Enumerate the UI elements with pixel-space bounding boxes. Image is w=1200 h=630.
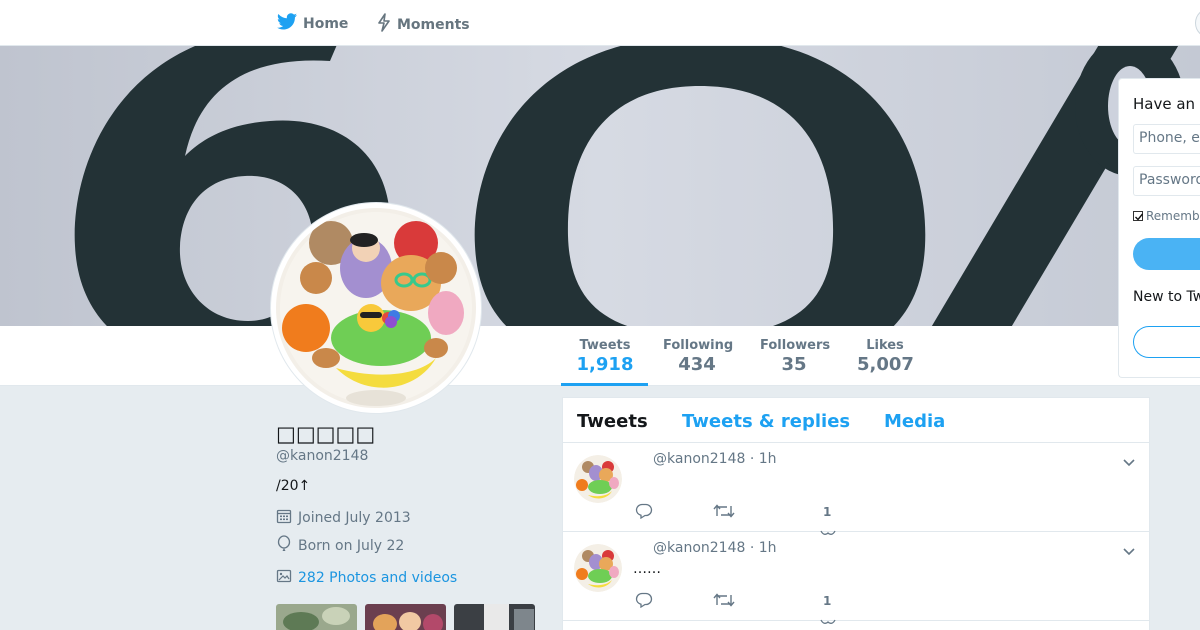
search-field-edge[interactable] (1195, 8, 1200, 38)
stat-tweets-value: 1,918 (576, 354, 634, 375)
signup-button[interactable] (1133, 326, 1200, 358)
profile-handle[interactable]: @kanon2148 (276, 448, 546, 464)
reply-icon[interactable] (635, 592, 653, 612)
tab-media[interactable]: Media (884, 411, 945, 432)
tab-tweets[interactable]: Tweets (577, 411, 648, 432)
tweet-text: …… (633, 561, 661, 577)
remember-me-label: Rememb (1146, 209, 1200, 223)
login-panel: Have an a Phone, e Password Rememb New t… (1118, 78, 1200, 378)
timeline: Tweets Tweets & replies Media @kanon2148… (562, 397, 1150, 630)
remember-me-checkbox[interactable]: Rememb (1133, 209, 1200, 223)
tweet-meta[interactable]: @kanon2148 · 1h (653, 451, 777, 467)
retweet-icon[interactable] (713, 503, 735, 523)
tweet-avatar[interactable] (574, 544, 622, 592)
timeline-tabs: Tweets Tweets & replies Media (563, 398, 1149, 443)
photos-videos-text: 282 Photos and videos (298, 570, 458, 586)
stat-following-value: 434 (678, 354, 716, 375)
login-title: Have an a (1133, 95, 1200, 113)
profile-bio: /20↑ (276, 478, 311, 494)
nav-home-label: Home (303, 15, 349, 32)
balloon-icon (276, 535, 294, 557)
twitter-bird-icon (277, 13, 297, 34)
stat-tweets-label: Tweets (579, 338, 631, 353)
stat-tweets[interactable]: Tweets 1,918 (576, 338, 634, 375)
calendar-icon (276, 508, 294, 528)
profile-born-text: Born on July 22 (298, 538, 405, 554)
like-count: 1 (823, 594, 832, 608)
cake-avatar-image (276, 208, 476, 408)
stat-followers-label: Followers (760, 338, 831, 353)
media-thumb[interactable] (365, 604, 446, 630)
checkbox-icon[interactable] (1133, 211, 1144, 221)
chevron-down-icon[interactable] (1122, 453, 1136, 472)
profile-card: □□□□□ @kanon2148 /20↑ Joined July 2013 B… (276, 422, 546, 588)
tab-tweets-replies[interactable]: Tweets & replies (682, 411, 850, 432)
active-stat-underline (561, 383, 648, 386)
profile-joined-text: Joined July 2013 (298, 510, 411, 526)
like-count: 1 (823, 505, 832, 519)
banner-image (0, 46, 1200, 326)
profile-born: Born on July 22 (276, 532, 546, 560)
profile-name[interactable]: □□□□□ (276, 422, 546, 446)
profile-banner (0, 46, 1200, 326)
reply-icon[interactable] (635, 503, 653, 523)
stat-likes[interactable]: Likes 5,007 (857, 338, 914, 375)
retweet-icon[interactable] (713, 592, 735, 612)
tweet-meta[interactable]: @kanon2148 · 1h (653, 540, 777, 556)
phone-email-input[interactable]: Phone, e (1133, 124, 1200, 154)
chevron-down-icon[interactable] (1122, 542, 1136, 561)
stat-following[interactable]: Following 434 (663, 338, 734, 375)
stat-followers-value: 35 (781, 354, 807, 375)
profile-nav: Tweets 1,918 Following 434 Followers 35 … (0, 326, 1200, 386)
new-to-twitter-text: New to Tw (1133, 289, 1200, 305)
tweet-actions: 1 (635, 503, 935, 535)
media-thumb[interactable] (276, 604, 357, 630)
nav-moments[interactable]: Moments (377, 13, 470, 36)
stat-followers[interactable]: Followers 35 (760, 338, 831, 375)
profile-joined: Joined July 2013 (276, 504, 546, 532)
nav-home[interactable]: Home (277, 13, 348, 34)
profile-avatar[interactable] (271, 203, 481, 413)
top-nav: Home Moments (0, 0, 1200, 46)
heart-icon[interactable] (820, 610, 836, 629)
stat-following-label: Following (663, 338, 734, 353)
nav-moments-label: Moments (397, 16, 470, 33)
photos-videos-link[interactable]: 282 Photos and videos (276, 568, 546, 588)
stat-likes-label: Likes (866, 338, 904, 353)
stat-likes-value: 5,007 (857, 354, 914, 375)
tweet-item[interactable]: @kanon2148 · 1h …… 1 (563, 532, 1149, 624)
media-thumb[interactable] (454, 604, 535, 630)
login-button[interactable] (1133, 238, 1200, 270)
tweet-item[interactable]: @kanon2148 · 1h 1 (563, 443, 1149, 535)
tweet-avatar[interactable] (574, 455, 622, 503)
password-input[interactable]: Password (1133, 166, 1200, 196)
tweet-actions: 1 (635, 592, 935, 624)
lightning-icon (377, 13, 391, 36)
photo-icon (276, 568, 294, 588)
